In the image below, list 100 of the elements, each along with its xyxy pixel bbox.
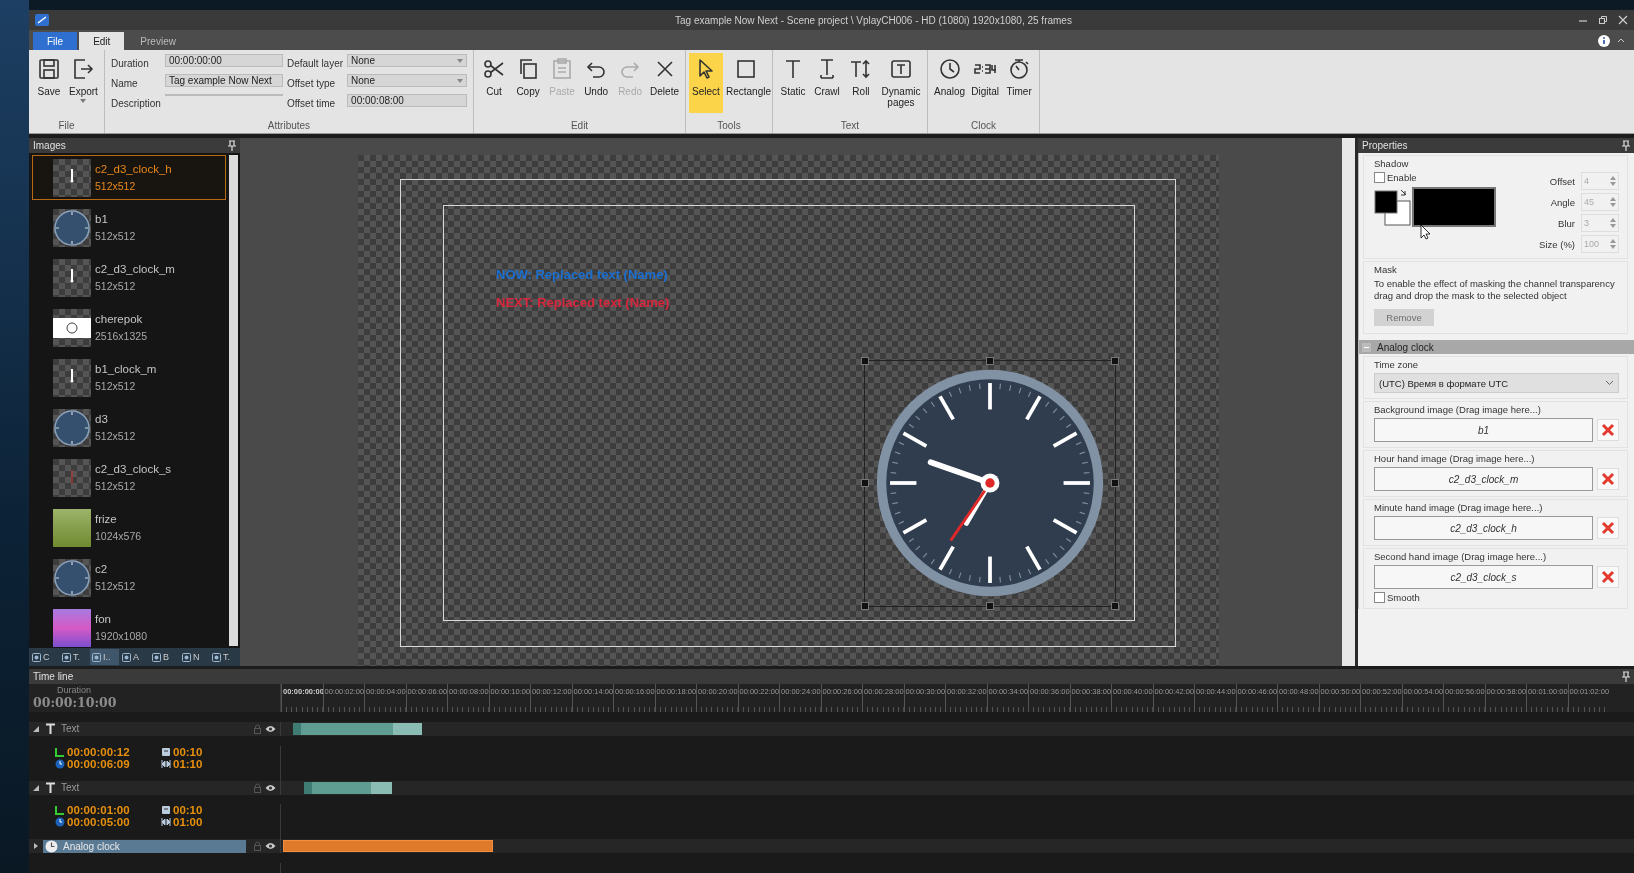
- tab-glyph-icon: [182, 652, 191, 662]
- resize-handle[interactable]: [1111, 479, 1119, 487]
- image-list-item[interactable]: fon 1920x1080: [32, 605, 226, 648]
- dropdown-arrow-icon: [80, 99, 87, 103]
- field-label: Hour hand image (Drag image here...): [1374, 453, 1536, 464]
- image-drop-field[interactable]: c2_d3_clock_h: [1374, 516, 1593, 540]
- input-field[interactable]: 00:00:00:00: [164, 54, 283, 67]
- ribbon-button[interactable]: Save: [32, 53, 66, 113]
- mask-description: To enable the effect of masking the channel transparency drag and drop the mask to the selected object: [1374, 278, 1616, 302]
- remove-image-button[interactable]: [1597, 517, 1619, 539]
- eye-icon[interactable]: [265, 842, 276, 851]
- ribbon-button[interactable]: Copy: [511, 53, 546, 113]
- clip-bar[interactable]: [303, 781, 392, 794]
- resize-handle[interactable]: [986, 357, 994, 365]
- pin-icon[interactable]: [228, 140, 236, 151]
- ribbon-button[interactable]: Digital: [968, 53, 1003, 113]
- ribbon-button[interactable]: Crawl: [810, 53, 844, 113]
- panel-tab[interactable]: A: [120, 649, 149, 665]
- ribbon-button[interactable]: Timer: [1002, 53, 1037, 113]
- image-name: c2_d3_clock_s: [95, 463, 172, 475]
- image-list-item[interactable]: cherepok 2516x1325: [32, 305, 226, 350]
- section-header[interactable]: Analog clock: [1359, 340, 1634, 354]
- ribbon-tab[interactable]: Preview: [126, 32, 190, 50]
- resize-handle[interactable]: [1111, 357, 1119, 365]
- group-label: File: [57, 120, 76, 133]
- image-list-item[interactable]: d3 512x512: [32, 405, 226, 450]
- ribbon-button[interactable]: Delete: [647, 53, 682, 113]
- clip-bar[interactable]: [292, 722, 423, 735]
- image-list-item[interactable]: c2 512x512: [32, 555, 226, 600]
- ribbon-button[interactable]: Export: [66, 53, 101, 113]
- field-label: Second hand image (Drag image here...): [1374, 551, 1548, 562]
- fade-out-icon: [161, 817, 171, 828]
- dropdown[interactable]: None: [347, 54, 468, 67]
- ribbon-button[interactable]: Static: [776, 53, 810, 113]
- remove-image-button[interactable]: [1597, 419, 1619, 441]
- checkbox[interactable]: [1374, 172, 1385, 183]
- dropdown[interactable]: (UTC) Время в формате UTC: [1374, 373, 1619, 393]
- expand-arrow-icon[interactable]: [33, 843, 39, 850]
- file-menu-button[interactable]: File: [33, 32, 78, 50]
- image-list-item[interactable]: b1 512x512: [32, 205, 226, 250]
- panel-tab[interactable]: C: [30, 649, 59, 665]
- scrollbar[interactable]: [229, 155, 238, 646]
- resize-handle[interactable]: [861, 479, 869, 487]
- canvas-text: NOW: Replaced text (Name): [496, 267, 668, 282]
- eye-icon[interactable]: [265, 783, 276, 792]
- close-icon: [1601, 521, 1615, 535]
- dropdown[interactable]: None: [347, 74, 468, 87]
- image-drop-field[interactable]: c2_d3_clock_m: [1374, 467, 1593, 491]
- ribbon-button[interactable]: Cut: [477, 53, 512, 113]
- resize-handle[interactable]: [861, 602, 869, 610]
- tab-glyph-icon: [62, 652, 71, 662]
- restore-icon[interactable]: [1598, 15, 1608, 25]
- ribbon-button[interactable]: Undo: [579, 53, 614, 113]
- canvas-text: NEXT: Replaced text (Name): [496, 295, 670, 310]
- remove-image-button[interactable]: [1597, 468, 1619, 490]
- pin-icon[interactable]: [1622, 671, 1630, 682]
- ribbon-button[interactable]: Dynamic pages: [878, 53, 924, 113]
- ribbon-button[interactable]: Select: [689, 53, 723, 113]
- image-list-item[interactable]: c2_d3_clock_s 512x512: [32, 455, 226, 500]
- image-name: b1: [95, 213, 109, 225]
- close-icon[interactable]: [1618, 15, 1628, 25]
- image-drop-field[interactable]: c2_d3_clock_s: [1374, 565, 1593, 589]
- time-value: 01:10: [173, 757, 203, 770]
- ribbon-button[interactable]: Rectangle: [723, 53, 769, 113]
- field-label: Blur: [1557, 217, 1575, 229]
- image-list-item[interactable]: frize 1024x576: [32, 505, 226, 550]
- color-swatch-icon[interactable]: [1374, 188, 1412, 226]
- save-icon: [37, 57, 61, 81]
- collapse-arrow-icon[interactable]: [33, 784, 39, 791]
- image-list-item[interactable]: c2_d3_clock_m 512x512: [32, 255, 226, 300]
- panel-tab[interactable]: T.: [210, 649, 239, 665]
- remove-image-button[interactable]: [1597, 566, 1619, 588]
- ribbon-tab[interactable]: Edit: [79, 32, 125, 50]
- panel-tab[interactable]: N: [180, 649, 209, 665]
- track-label[interactable]: Analog clock: [43, 839, 246, 853]
- input-field[interactable]: Tag example Now Next: [164, 74, 283, 87]
- panel-tab[interactable]: I..: [90, 649, 119, 665]
- color-preview[interactable]: [1412, 187, 1496, 227]
- rectangle-icon: [734, 57, 758, 81]
- panel-tab[interactable]: B: [150, 649, 179, 665]
- resize-handle[interactable]: [986, 602, 994, 610]
- field-label: Offset: [1548, 175, 1575, 187]
- scrollbar[interactable]: [1342, 138, 1355, 666]
- resize-handle[interactable]: [861, 357, 869, 365]
- eye-icon[interactable]: [265, 724, 276, 733]
- resize-handle[interactable]: [1111, 602, 1119, 610]
- pin-icon[interactable]: [1622, 140, 1630, 151]
- panel-tab[interactable]: T.: [60, 649, 89, 665]
- ribbon-button[interactable]: Roll: [844, 53, 878, 113]
- image-list-item[interactable]: c2_d3_clock_h 512x512: [32, 155, 226, 200]
- start-time-icon: [55, 746, 65, 757]
- ribbon-button[interactable]: Analog: [931, 53, 969, 113]
- image-list-item[interactable]: b1_clock_m 512x512: [32, 355, 226, 400]
- collapse-arrow-icon[interactable]: [33, 725, 39, 732]
- checkbox[interactable]: [1374, 592, 1385, 603]
- input-field[interactable]: 00:00:08:00: [347, 94, 468, 107]
- image-drop-field[interactable]: b1: [1374, 418, 1593, 442]
- info-icon[interactable]: [1598, 35, 1610, 47]
- field-label: Time zone: [1374, 359, 1419, 370]
- clip-bar[interactable]: [283, 840, 493, 853]
